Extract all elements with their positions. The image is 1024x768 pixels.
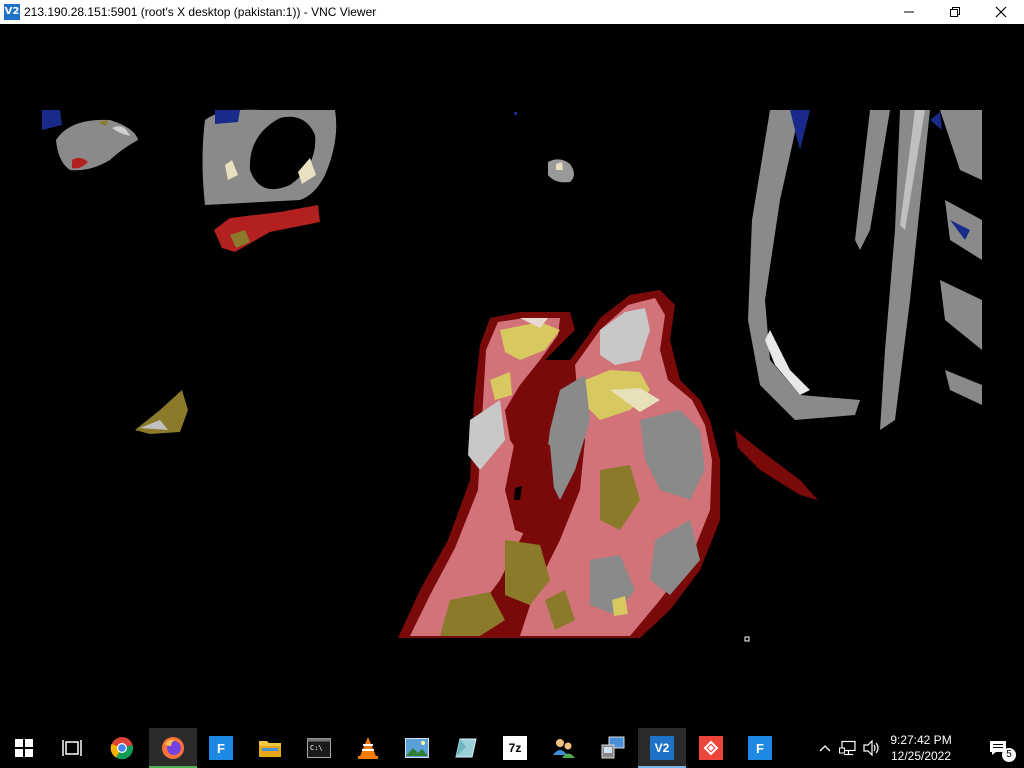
restore-button[interactable] [932,0,978,24]
7zip-button[interactable]: 7z [491,728,539,768]
f-app-button-2[interactable]: F [736,728,784,768]
network-icon [839,740,856,756]
firefox-icon [162,737,184,759]
image-viewer-button[interactable] [393,728,441,768]
notification-count-badge: 5 [1002,748,1016,762]
volume-icon [863,740,879,756]
network-button[interactable] [836,728,860,768]
remote-desktop-icon [601,736,625,759]
crystal-icon [455,738,477,758]
terminal-button[interactable]: C:\ [295,728,343,768]
svg-text:C:\: C:\ [310,744,323,752]
folder-icon [259,741,281,757]
clock[interactable]: 9:27:42 PM 12/25/2022 [886,732,956,764]
close-button[interactable] [978,0,1024,24]
window-title: 213.190.28.151:5901 (root's X desktop (p… [24,5,377,19]
f-app-icon: F [209,736,233,760]
users-icon [553,739,575,758]
network-users-button[interactable] [540,728,588,768]
camera-feed-image [0,24,1024,728]
clock-date: 12/25/2022 [890,749,952,763]
task-view-button[interactable] [48,728,96,768]
picture-icon [405,738,429,758]
chevron-up-icon [819,745,831,752]
f-app-button-1[interactable]: F [197,728,245,768]
remote-desktop-view[interactable] [0,24,1024,728]
taskbar: F C:\ 7z V2 F 9:27:42 PM 12/25/2022 5 [0,728,1024,768]
file-explorer-button[interactable] [246,728,294,768]
vnc-viewer-icon[interactable]: V2 [4,4,20,20]
start-button[interactable] [0,728,48,768]
clock-time: 9:27:42 PM [890,733,952,747]
firefox-button[interactable] [149,728,197,768]
crystal-app-button[interactable] [442,728,490,768]
task-view-icon [62,740,82,756]
vnc-viewer-icon: V2 [650,736,674,760]
show-hidden-icons-button[interactable] [814,728,836,768]
windows-logo-icon [15,739,33,757]
vnc-viewer-button[interactable]: V2 [638,728,686,768]
chrome-icon [110,737,134,760]
close-icon [995,6,1007,18]
minimize-button[interactable] [886,0,932,24]
vlc-button[interactable] [344,728,392,768]
remote-desktop-button[interactable] [589,728,637,768]
anydesk-icon [699,736,723,760]
action-center-button[interactable]: 5 [974,728,1022,768]
f-app-icon: F [748,736,772,760]
system-tray: 9:27:42 PM 12/25/2022 5 [814,728,1024,768]
anydesk-button[interactable] [687,728,735,768]
7zip-icon: 7z [502,735,528,761]
restore-icon [950,7,960,17]
chrome-button[interactable] [98,728,146,768]
title-bar[interactable]: V2 213.190.28.151:5901 (root's X desktop… [0,0,1024,24]
vnc-viewer-window: V2 213.190.28.151:5901 (root's X desktop… [0,0,1024,728]
vlc-icon [358,737,378,759]
minimize-icon [904,11,914,13]
window-controls [886,0,1024,24]
volume-button[interactable] [860,728,884,768]
terminal-icon: C:\ [307,738,331,758]
